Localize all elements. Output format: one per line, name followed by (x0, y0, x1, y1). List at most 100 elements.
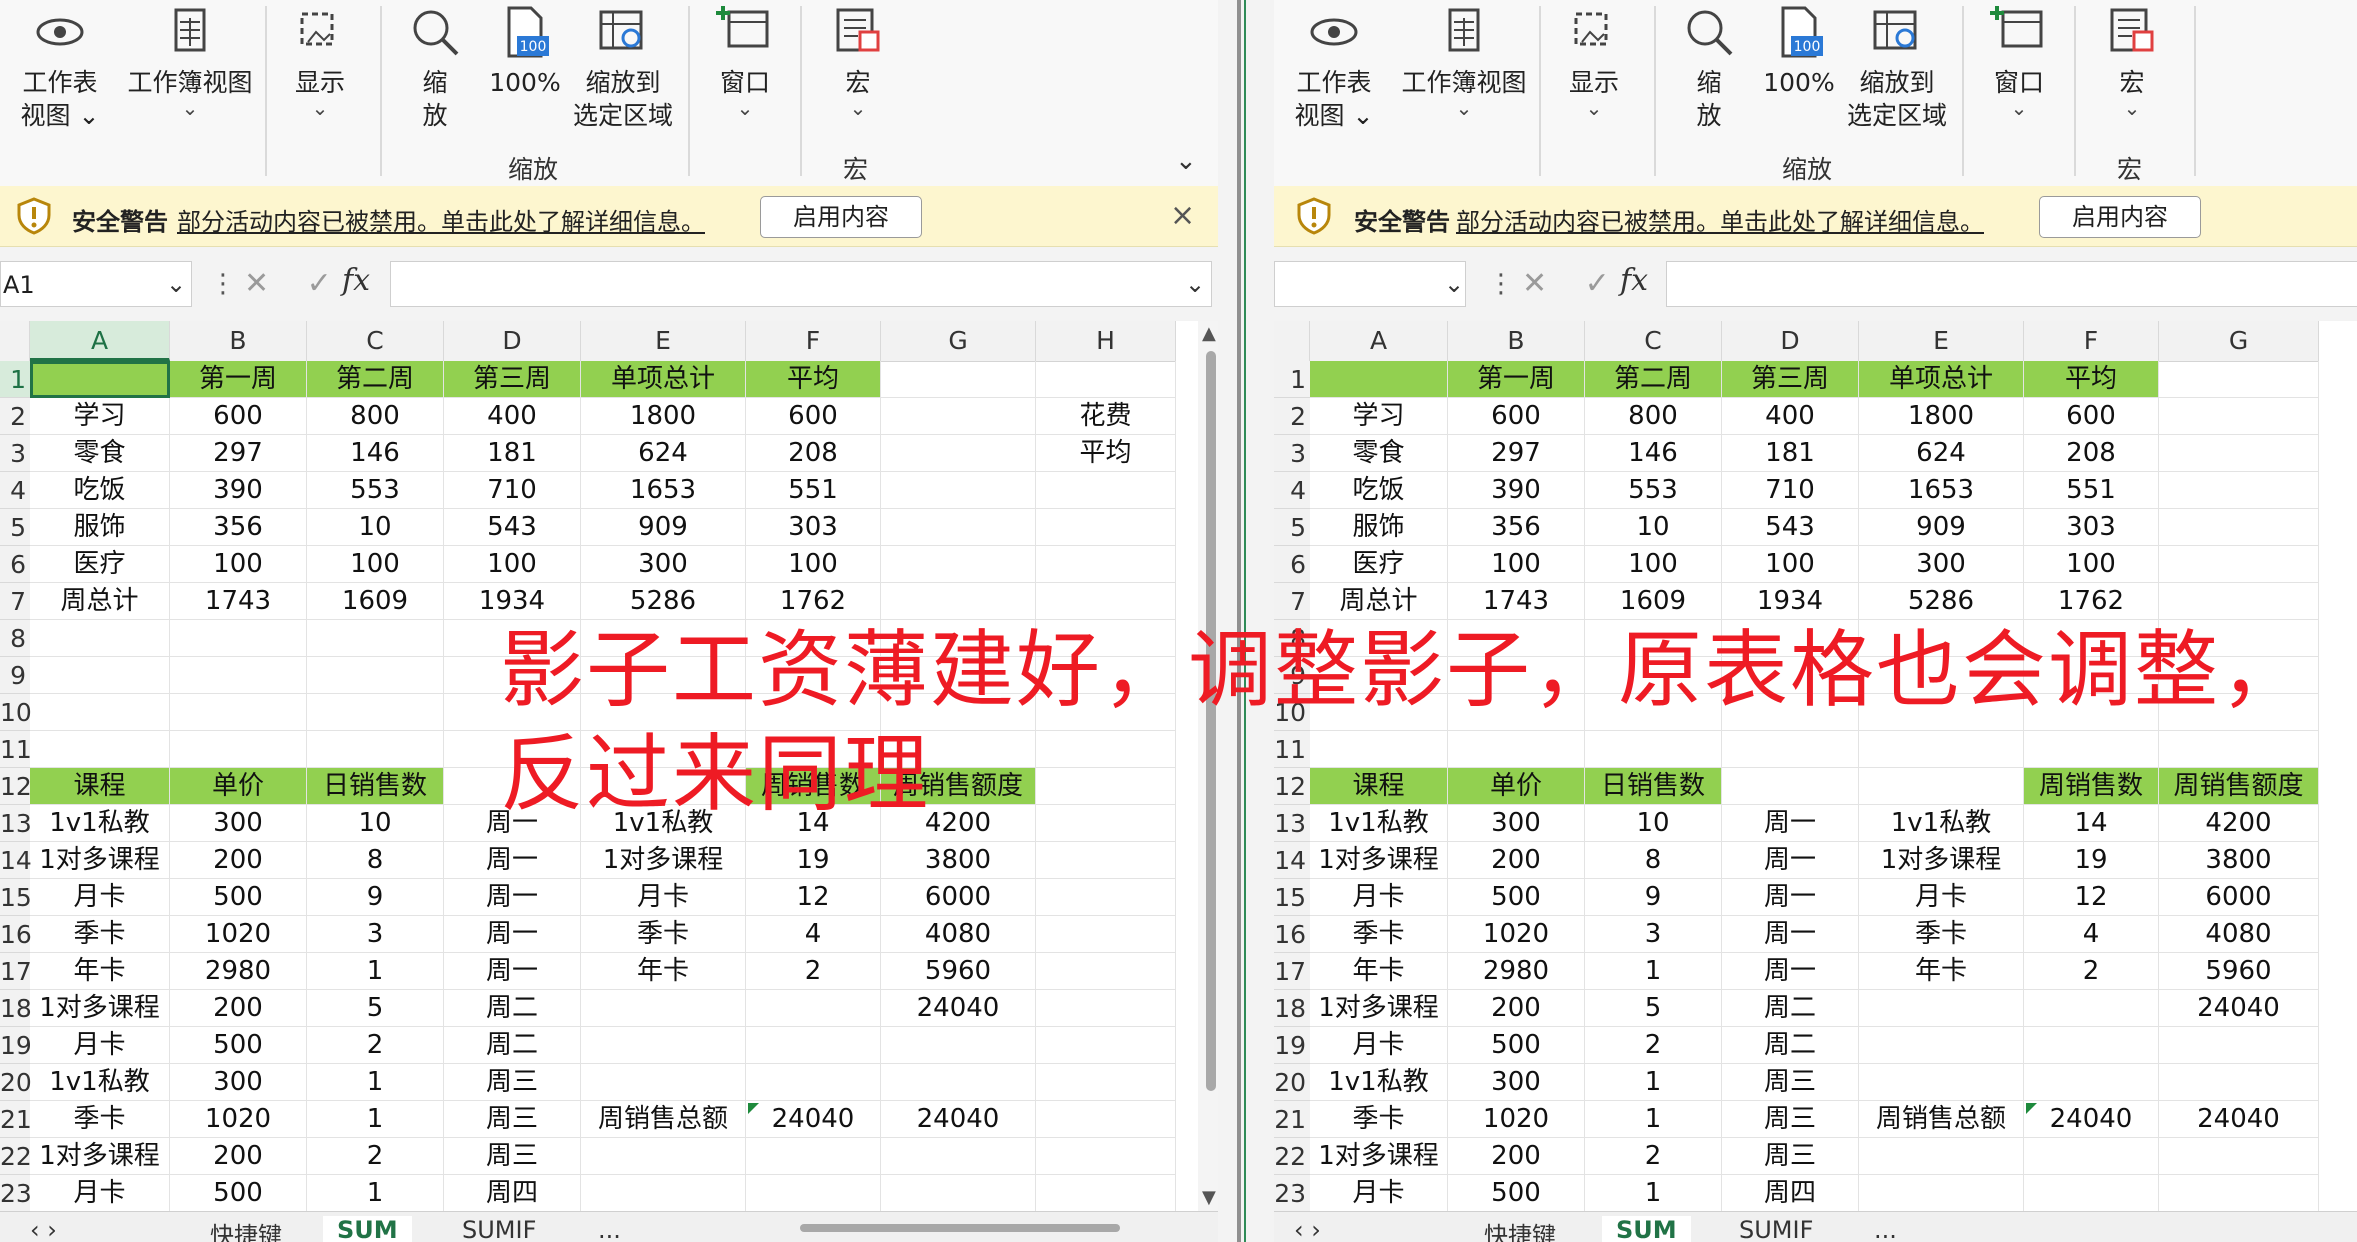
cancel-enter-icons[interactable]: ✕ ✓ (1522, 261, 1624, 307)
zoom-button[interactable]: 缩 放 (395, 2, 475, 132)
row-header[interactable]: 5 (1274, 509, 1310, 546)
grid-cell[interactable]: 1对多课程 (30, 990, 170, 1027)
grid-cell[interactable]: 1 (307, 1175, 444, 1212)
grid-cell[interactable] (581, 1175, 746, 1212)
grid-cell[interactable]: 2 (1585, 1027, 1722, 1064)
grid-cell[interactable] (1859, 1175, 2024, 1212)
row-header[interactable]: 2 (1274, 398, 1310, 435)
grid-cell[interactable] (1036, 1064, 1176, 1101)
row-header[interactable]: 7 (0, 583, 30, 620)
enable-content-button[interactable]: 启用内容 (2039, 196, 2201, 238)
grid-cell[interactable]: 第二周 (307, 361, 444, 398)
grid-cell[interactable]: 1934 (1722, 583, 1859, 620)
grid-cell[interactable]: 月卡 (30, 879, 170, 916)
grid-cell[interactable]: 1对多课程 (1310, 842, 1448, 879)
grid-cell[interactable]: 800 (307, 398, 444, 435)
grid-cell[interactable]: 4 (746, 916, 881, 953)
grid-cell[interactable] (881, 546, 1036, 583)
column-header[interactable]: C (1585, 321, 1722, 361)
row-header[interactable]: 6 (1274, 546, 1310, 583)
row-header[interactable]: 5 (0, 509, 30, 546)
workbook-view-button[interactable]: 工作簿视图 ⌄ (125, 2, 255, 118)
grid-cell[interactable] (881, 1064, 1036, 1101)
grid-cell[interactable]: 3 (1585, 916, 1722, 953)
grid-cell[interactable] (881, 472, 1036, 509)
grid-cell[interactable]: 24040 (2024, 1101, 2159, 1138)
grid-cell[interactable]: 303 (746, 509, 881, 546)
grid-cell[interactable]: 平均 (2024, 361, 2159, 398)
row-header[interactable]: 17 (0, 953, 32, 990)
grid-cell[interactable]: 5960 (2159, 953, 2319, 990)
grid-cell[interactable]: 6000 (2159, 879, 2319, 916)
grid-cell[interactable]: 297 (170, 435, 307, 472)
grid-cell[interactable]: 300 (581, 546, 746, 583)
sheet-tab[interactable]: SUMIF (1739, 1216, 1813, 1242)
grid-cell[interactable]: 周一 (1722, 916, 1859, 953)
row-header[interactable]: 4 (0, 472, 30, 509)
row-header[interactable]: 11 (0, 731, 32, 768)
row-header[interactable]: 3 (0, 435, 30, 472)
grid-cell[interactable] (746, 1064, 881, 1101)
insert-function-icon[interactable]: fx (1620, 263, 1648, 298)
grid-cell[interactable]: 2 (2024, 953, 2159, 990)
zoom-100-button[interactable]: 100 100% (1759, 2, 1839, 99)
column-header[interactable]: A (30, 321, 170, 361)
grid-cell[interactable]: 1609 (307, 583, 444, 620)
macro-button[interactable]: 宏 ⌄ (818, 2, 898, 118)
grid-cell[interactable]: 600 (170, 398, 307, 435)
column-header[interactable]: G (2159, 321, 2319, 361)
grid-cell[interactable]: 12 (2024, 879, 2159, 916)
grid-cell[interactable] (746, 990, 881, 1027)
grid-cell[interactable]: 周二 (444, 990, 581, 1027)
grid-cell[interactable] (2159, 583, 2319, 620)
grid-cell[interactable]: 1020 (1448, 1101, 1585, 1138)
collapse-ribbon-icon[interactable]: ⌄ (1175, 146, 1197, 176)
grid-cell[interactable]: 1800 (581, 398, 746, 435)
grid-cell[interactable] (2024, 1064, 2159, 1101)
row-header[interactable]: 18 (1274, 990, 1310, 1027)
row-header[interactable]: 7 (1274, 583, 1310, 620)
grid-cell[interactable]: 季卡 (30, 916, 170, 953)
formula-input[interactable] (390, 261, 1212, 307)
select-all-corner[interactable] (0, 321, 30, 361)
grid-cell[interactable]: 花费 (1036, 398, 1176, 435)
sheet-tab[interactable]: SUMIF (462, 1216, 536, 1242)
grid-cell[interactable] (1036, 583, 1176, 620)
grid-cell[interactable]: 平均 (746, 361, 881, 398)
grid-cell[interactable]: 551 (2024, 472, 2159, 509)
row-header[interactable]: 15 (1274, 879, 1310, 916)
grid-cell[interactable]: 4080 (881, 916, 1036, 953)
row-header[interactable]: 17 (1274, 953, 1310, 990)
grid-cell[interactable]: 1对多课程 (30, 842, 170, 879)
grid-cell[interactable]: 500 (170, 1027, 307, 1064)
grid-cell[interactable]: 3800 (881, 842, 1036, 879)
grid-cell[interactable]: 10 (1585, 509, 1722, 546)
row-header[interactable]: 23 (1274, 1175, 1310, 1212)
grid-cell[interactable]: 1 (1585, 953, 1722, 990)
grid-cell[interactable]: 周总计 (1310, 583, 1448, 620)
row-header[interactable]: 13 (0, 805, 32, 842)
grid-cell[interactable]: 200 (1448, 990, 1585, 1027)
grid-cell[interactable]: 553 (307, 472, 444, 509)
column-header[interactable]: C (307, 321, 444, 361)
row-header[interactable]: 19 (1274, 1027, 1310, 1064)
scroll-down-icon[interactable]: ▼ (1202, 1187, 1216, 1208)
grid-cell[interactable]: 500 (1448, 1175, 1585, 1212)
grid-cell[interactable] (1036, 879, 1176, 916)
grid-cell[interactable]: 500 (1448, 879, 1585, 916)
row-header[interactable]: 20 (1274, 1064, 1310, 1101)
grid-cell[interactable]: 周二 (1722, 1027, 1859, 1064)
row-header[interactable]: 20 (0, 1064, 32, 1101)
grid-cell[interactable]: 800 (1585, 398, 1722, 435)
grid-cell[interactable]: 季卡 (1310, 1101, 1448, 1138)
cancel-enter-icons[interactable]: ✕ ✓ (244, 261, 346, 307)
grid-cell[interactable]: 月卡 (30, 1175, 170, 1212)
row-header[interactable]: 12 (0, 768, 32, 805)
select-all-corner[interactable] (1274, 321, 1310, 361)
grid-cell[interactable]: 146 (1585, 435, 1722, 472)
grid-cell[interactable]: 2 (746, 953, 881, 990)
grid-cell[interactable]: 吃饭 (1310, 472, 1448, 509)
grid-cell[interactable] (881, 1138, 1036, 1175)
grid-cell[interactable]: 第一周 (1448, 361, 1585, 398)
grid-cell[interactable]: 624 (1859, 435, 2024, 472)
